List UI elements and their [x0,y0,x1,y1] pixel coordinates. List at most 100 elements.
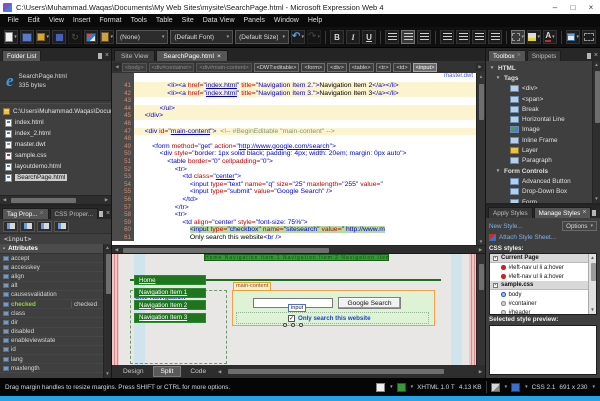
highlight-button[interactable]: ▾ [527,30,541,44]
css-style-row[interactable]: body [490,290,588,299]
margin-handle-right[interactable] [469,254,476,365]
css-style-row[interactable]: - sample.css [490,281,588,290]
attribute-row[interactable]: alt [0,282,103,291]
collapse-icon[interactable]: ▾ [495,168,501,174]
breadcrumb-tag[interactable]: <input> [413,63,438,72]
maximize-icon[interactable]: □ [564,0,582,14]
css-style-row[interactable]: #left-nav ul li a:hover [490,272,588,281]
css-style-row[interactable]: #header [490,308,588,314]
code-line[interactable]: 54 <input type="text" name="q" size="25"… [112,181,476,189]
design-checkbox[interactable]: ✓ [288,315,295,322]
code-line[interactable]: 51 <table border="0" cellpadding="0"> [112,158,476,166]
menu-item[interactable]: Window [269,17,303,24]
scroll-up-icon[interactable]: ▲ [589,254,596,262]
menu-item[interactable]: Table [151,17,177,24]
breadcrumb-tag[interactable]: <div#main-content> [196,63,251,72]
dropdown-icon[interactable]: ▾ [301,34,304,40]
code-line[interactable]: 46 [112,120,476,128]
preview-browser-button[interactable] [84,30,98,44]
attribute-row[interactable]: lang [0,355,103,364]
show-set-properties-icon[interactable] [37,221,52,232]
code-view[interactable]: master.dwt 41 <li><a href="index.html" t… [112,73,485,245]
breadcrumb-right-icon[interactable]: ▶ [476,63,484,71]
design-google-search-button[interactable]: Google Search [338,297,401,309]
dropdown-icon[interactable]: ▾ [390,384,393,390]
collapse-icon[interactable]: - [493,283,498,288]
folder-list-hscrollbar[interactable]: ◀ ▶ [0,195,111,204]
code-line[interactable]: 48 [112,135,476,143]
attribute-row[interactable]: disabled [0,328,103,337]
alphabetical-view-icon[interactable] [20,221,35,232]
code-line[interactable]: 58 <tr> [112,211,476,219]
menu-item[interactable]: Edit [23,17,44,24]
tab-site-view[interactable]: Site View [114,50,155,61]
dropdown-icon[interactable]: ▾ [110,34,113,40]
minimize-icon[interactable]: – [546,0,564,14]
main-content-region-label[interactable]: main-content [233,282,271,291]
scroll-thumb[interactable] [106,254,111,294]
attributes-section-header[interactable]: -Attributes [0,244,103,254]
collapse-icon[interactable]: - [3,245,5,252]
css-style-row[interactable]: #container [490,299,588,308]
redo-button[interactable]: ↷▾ [307,30,321,44]
attribute-row[interactable]: id [0,346,103,355]
image-tracing-icon[interactable] [511,383,520,392]
code-vscrollbar[interactable]: ▲ ▼ [476,73,485,245]
code-line[interactable]: 56 </td> [112,196,476,204]
underline-button[interactable]: U [362,30,376,44]
breadcrumb-tag[interactable]: <table> [349,63,374,72]
attribute-row[interactable]: maxlength [0,364,103,373]
code-line[interactable]: 59 <td align="center" style="font-size: … [112,219,476,227]
file-row[interactable]: master.dwt [0,139,111,150]
tab-apply-styles[interactable]: Apply Styles [488,207,533,218]
scroll-right-icon[interactable]: ▶ [476,247,485,253]
pin-icon[interactable] [99,211,103,217]
pin-icon[interactable] [592,210,596,216]
pin-icon[interactable] [587,53,591,59]
attribute-row[interactable]: enableviewstate [0,337,103,346]
dropdown-icon[interactable]: ▾ [505,384,508,390]
breadcrumb-left-icon[interactable]: ◀ [113,63,121,71]
file-row[interactable]: index.html [0,117,111,128]
css-style-row[interactable]: #left-nav ul li a:hover [490,263,588,272]
chevron-down-icon[interactable]: ▾ [282,34,285,40]
align-center-button[interactable] [401,30,415,44]
file-row[interactable]: C:\Users\Muhammad.Waqas\Documen [0,106,111,117]
tab-tag-properties[interactable]: Tag Prop...× [2,208,49,219]
font-color-button[interactable]: A▾ [543,30,557,44]
open-site-button[interactable]: ▾ [36,30,50,44]
undo-button[interactable]: ↶▾ [291,30,305,44]
italic-button[interactable]: I [346,30,360,44]
design-vscrollbar[interactable] [476,254,485,365]
dropdown-icon[interactable]: ▾ [317,34,320,40]
code-line[interactable]: 60 <input type="checkbox" name="sitesear… [112,226,476,234]
dropdown-icon[interactable]: ▾ [521,34,524,40]
toolbox-item[interactable]: ▾ HTML [486,63,592,73]
code-line[interactable]: 50 <div style="border: 1px solid black; … [112,150,476,158]
close-icon[interactable]: × [594,53,598,59]
menu-item[interactable]: Panels [239,17,269,24]
scroll-thumb[interactable] [11,198,76,203]
dropdown-icon[interactable]: ▾ [525,384,528,390]
dropdown-icon[interactable]: ▾ [537,34,540,40]
options-button[interactable]: Options▾ [562,221,597,231]
tab-folder-list[interactable]: Folder List [2,50,41,61]
dropdown-icon[interactable]: ▾ [411,384,414,390]
dropdown-icon[interactable]: ▾ [592,384,595,390]
doctype-indicator[interactable]: XHTML 1.0 T [417,384,455,391]
visual-aids-icon[interactable] [491,383,500,392]
categorized-view-icon[interactable] [3,221,18,232]
code-line[interactable]: 57 </tr> [112,204,476,212]
close-icon[interactable]: × [105,53,109,59]
bullet-list-button[interactable] [456,30,470,44]
breadcrumb-tag[interactable]: <body> [122,63,147,72]
toolbox-item[interactable]: Layer [486,145,592,155]
code-line[interactable]: 52 <tr> [112,166,476,174]
collapse-icon[interactable]: ▾ [489,65,495,71]
scroll-right-icon[interactable]: ▶ [102,197,111,203]
main-content-region[interactable]: Google Search input ✓ Only search this w… [232,290,435,326]
outdent-button[interactable] [472,30,486,44]
selection-handle[interactable] [283,323,287,327]
scroll-left-icon[interactable]: ◀ [0,197,9,203]
toolbox-item[interactable]: Advanced Button [486,176,592,186]
